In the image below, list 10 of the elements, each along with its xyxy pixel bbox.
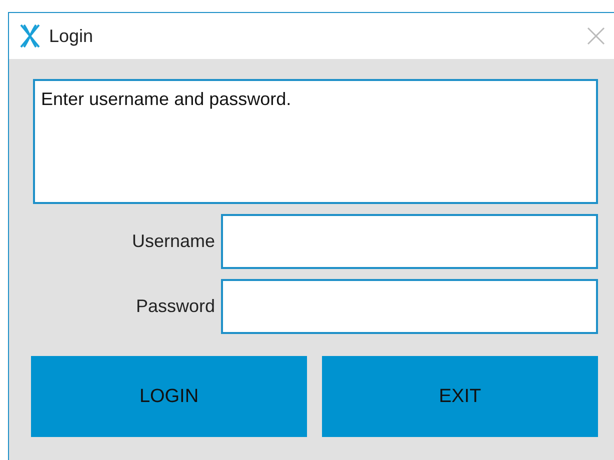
close-icon[interactable]	[586, 26, 606, 46]
app-logo-icon	[19, 24, 41, 48]
window-title: Login	[49, 26, 94, 46]
input-field[interactable]	[221, 279, 598, 334]
input-field[interactable]	[221, 214, 598, 269]
message-box[interactable]: Enter username and password.	[33, 79, 598, 204]
field-label: Password	[136, 296, 215, 317]
action-button[interactable]: EXIT	[322, 356, 598, 437]
action-button[interactable]: LOGIN	[31, 356, 307, 437]
field-label: Username	[132, 231, 215, 252]
